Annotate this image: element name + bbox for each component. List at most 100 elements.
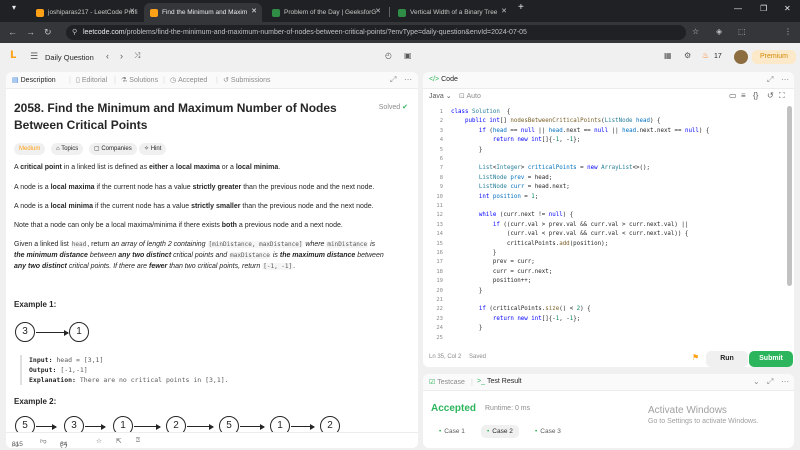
forward-icon[interactable]: → [26, 27, 35, 37]
feedback-icon[interactable]: ⍰ [136, 437, 140, 445]
code-token: if [478, 127, 490, 134]
layout-icon[interactable]: ▣ [404, 51, 412, 60]
code-token: > [520, 165, 528, 172]
history-icon: ↺ [223, 77, 229, 84]
code-line[interactable]: ListNode curr = head.next; [451, 184, 570, 190]
code-line[interactable]: criticalPoints.add(position); [451, 241, 608, 247]
companies-chip[interactable]: ▢ Companies [89, 143, 137, 155]
fire-streak-icon[interactable]: ♨ [702, 51, 709, 60]
code-line[interactable]: if ((curr.val > prev.val && curr.val > c… [451, 222, 688, 228]
browser-tab-1[interactable]: joshiparas217 - LeetCode Profi ✕ [30, 3, 140, 22]
code-line[interactable]: class Solution { [451, 109, 510, 115]
code-line[interactable]: public int[] nodesBetweenCriticalPoints(… [451, 118, 661, 124]
favorite-star-icon[interactable]: ☆ [96, 437, 102, 445]
tab-description[interactable]: ▤ Description [12, 76, 56, 84]
window-close-icon[interactable]: ✕ [784, 4, 791, 13]
topics-chip[interactable]: ⌂ Topics [51, 143, 84, 155]
code-line[interactable]: ListNode prev = head; [451, 175, 552, 181]
line-number: 11 [436, 203, 443, 209]
maximize-icon[interactable]: ❐ [760, 4, 767, 13]
browser-tab-2[interactable]: Find the Minimum and Maxim ✕ [144, 3, 262, 22]
case-1-button[interactable]: • Case 1 [433, 425, 471, 438]
settings-gear-icon[interactable]: ⚙ [684, 51, 691, 60]
code-title: </> Code [429, 76, 458, 83]
dislike-icon[interactable]: 👎︎ [40, 437, 47, 445]
user-avatar[interactable] [734, 50, 748, 64]
close-icon[interactable]: ✕ [375, 7, 381, 15]
code-line[interactable]: prev = curr; [451, 259, 535, 265]
language-select[interactable]: Java ⌄ [429, 92, 452, 100]
tab-test-result[interactable]: >_ Test Result [477, 378, 522, 385]
code-line[interactable]: } [451, 147, 483, 153]
browser-tab-3[interactable]: Problem of the Day | GeeksforG ✕ [266, 3, 386, 22]
extensions-puzzle-icon[interactable]: ⬚ [738, 27, 746, 36]
premium-button[interactable]: Premium [752, 50, 796, 64]
leetcode-logo-icon[interactable]: ᒪ [10, 50, 16, 61]
hint-chip[interactable]: ✧ Hint [139, 143, 167, 155]
code-line[interactable]: return new int[]{-1, -1}; [451, 137, 580, 143]
case-2-button[interactable]: • Case 2 [481, 425, 519, 438]
more-options-icon[interactable]: ⋯ [781, 75, 789, 84]
code-line[interactable]: while (curr.next != null) { [451, 212, 573, 218]
back-icon[interactable]: ← [8, 27, 17, 37]
code-line[interactable]: } [451, 288, 483, 294]
auto-mode[interactable]: ⊡ Auto [459, 92, 481, 100]
tab-submissions[interactable]: ↺ Submissions [223, 76, 271, 84]
address-bar[interactable]: ⚲ leetcode.com/problems/find-the-minimum… [66, 25, 686, 40]
tab-accepted[interactable]: ◷ Accepted [170, 76, 207, 84]
tab-search-icon[interactable]: ▾ [12, 3, 16, 12]
more-options-icon[interactable]: ⋯ [404, 75, 412, 84]
run-button[interactable]: Run [706, 351, 748, 367]
close-icon[interactable]: ✕ [251, 7, 257, 15]
format-code-icon[interactable]: ≡ [741, 91, 746, 100]
timer-icon[interactable]: ◴ [385, 51, 392, 60]
difficulty-badge[interactable]: Medium [14, 143, 46, 155]
reset-icon[interactable]: ↺ [767, 91, 774, 100]
prev-problem-icon[interactable]: ‹ [106, 51, 109, 61]
close-icon[interactable]: ✕ [129, 7, 135, 15]
site-info-icon[interactable]: ⚲ [72, 25, 77, 40]
debug-icon[interactable]: ⚑ [692, 353, 699, 362]
extension-icon[interactable]: ◈ [716, 27, 722, 36]
close-icon[interactable]: ✕ [501, 7, 507, 15]
braces-icon[interactable]: {} [753, 91, 758, 100]
new-tab-button[interactable]: + [518, 2, 524, 13]
tab-solutions[interactable]: ⚗ Solutions [121, 76, 158, 84]
next-problem-icon[interactable]: › [120, 51, 123, 61]
code-line[interactable]: } [451, 250, 497, 256]
code-line[interactable]: if (head == null || head.next == null ||… [451, 128, 709, 134]
expand-icon[interactable]: ⤢ [767, 75, 773, 85]
notes-icon[interactable]: ▭ [729, 91, 737, 100]
more-options-icon[interactable]: ⋯ [781, 377, 789, 386]
expand-icon[interactable]: ⤢ [767, 377, 773, 387]
daily-question-label[interactable]: Daily Question [45, 53, 94, 62]
code-line[interactable]: if (criticalPoints.size() < 2) { [451, 306, 591, 312]
tab-testcase[interactable]: ☑ Testcase [429, 378, 465, 386]
line-number: 3 [439, 127, 443, 134]
code-line[interactable]: (curr.val < prev.val && curr.val < curr.… [451, 231, 689, 237]
submit-button[interactable]: Submit [749, 351, 793, 367]
tab-editorial[interactable]: ▯ Editorial [76, 76, 107, 84]
grid-apps-icon[interactable]: ▦ [664, 51, 672, 60]
line-number: 17 [436, 259, 443, 266]
fullscreen-icon[interactable]: ⛶ [779, 91, 785, 101]
bookmark-star-icon[interactable]: ☆ [692, 27, 699, 36]
code-line[interactable]: } [451, 325, 483, 331]
share-icon[interactable]: ⇱ [116, 437, 121, 445]
shuffle-icon[interactable]: ⤨ [134, 51, 140, 61]
problem-list-icon[interactable]: ☰ [30, 51, 38, 62]
code-token: { [499, 109, 511, 115]
code-line[interactable]: curr = curr.next; [451, 269, 552, 275]
case-3-button[interactable]: • Case 3 [529, 425, 567, 438]
browser-menu-icon[interactable]: ⋮ [784, 27, 792, 36]
expand-icon[interactable]: ⤢ [390, 75, 396, 85]
code-line[interactable]: int position = 1; [451, 194, 538, 200]
collapse-icon[interactable]: ⌄ [753, 377, 760, 386]
code-line[interactable]: return new int[]{-1, -1}; [451, 316, 580, 322]
code-line[interactable]: position++; [451, 278, 531, 284]
browser-tab-4[interactable]: Vertical Width of a Binary Tree ✕ [392, 3, 512, 22]
editor-scrollbar[interactable] [787, 106, 792, 286]
minimize-icon[interactable]: — [734, 4, 742, 13]
code-line[interactable]: List<Integer> criticalPoints = new Array… [451, 165, 650, 171]
reload-icon[interactable]: ↻ [44, 27, 52, 38]
